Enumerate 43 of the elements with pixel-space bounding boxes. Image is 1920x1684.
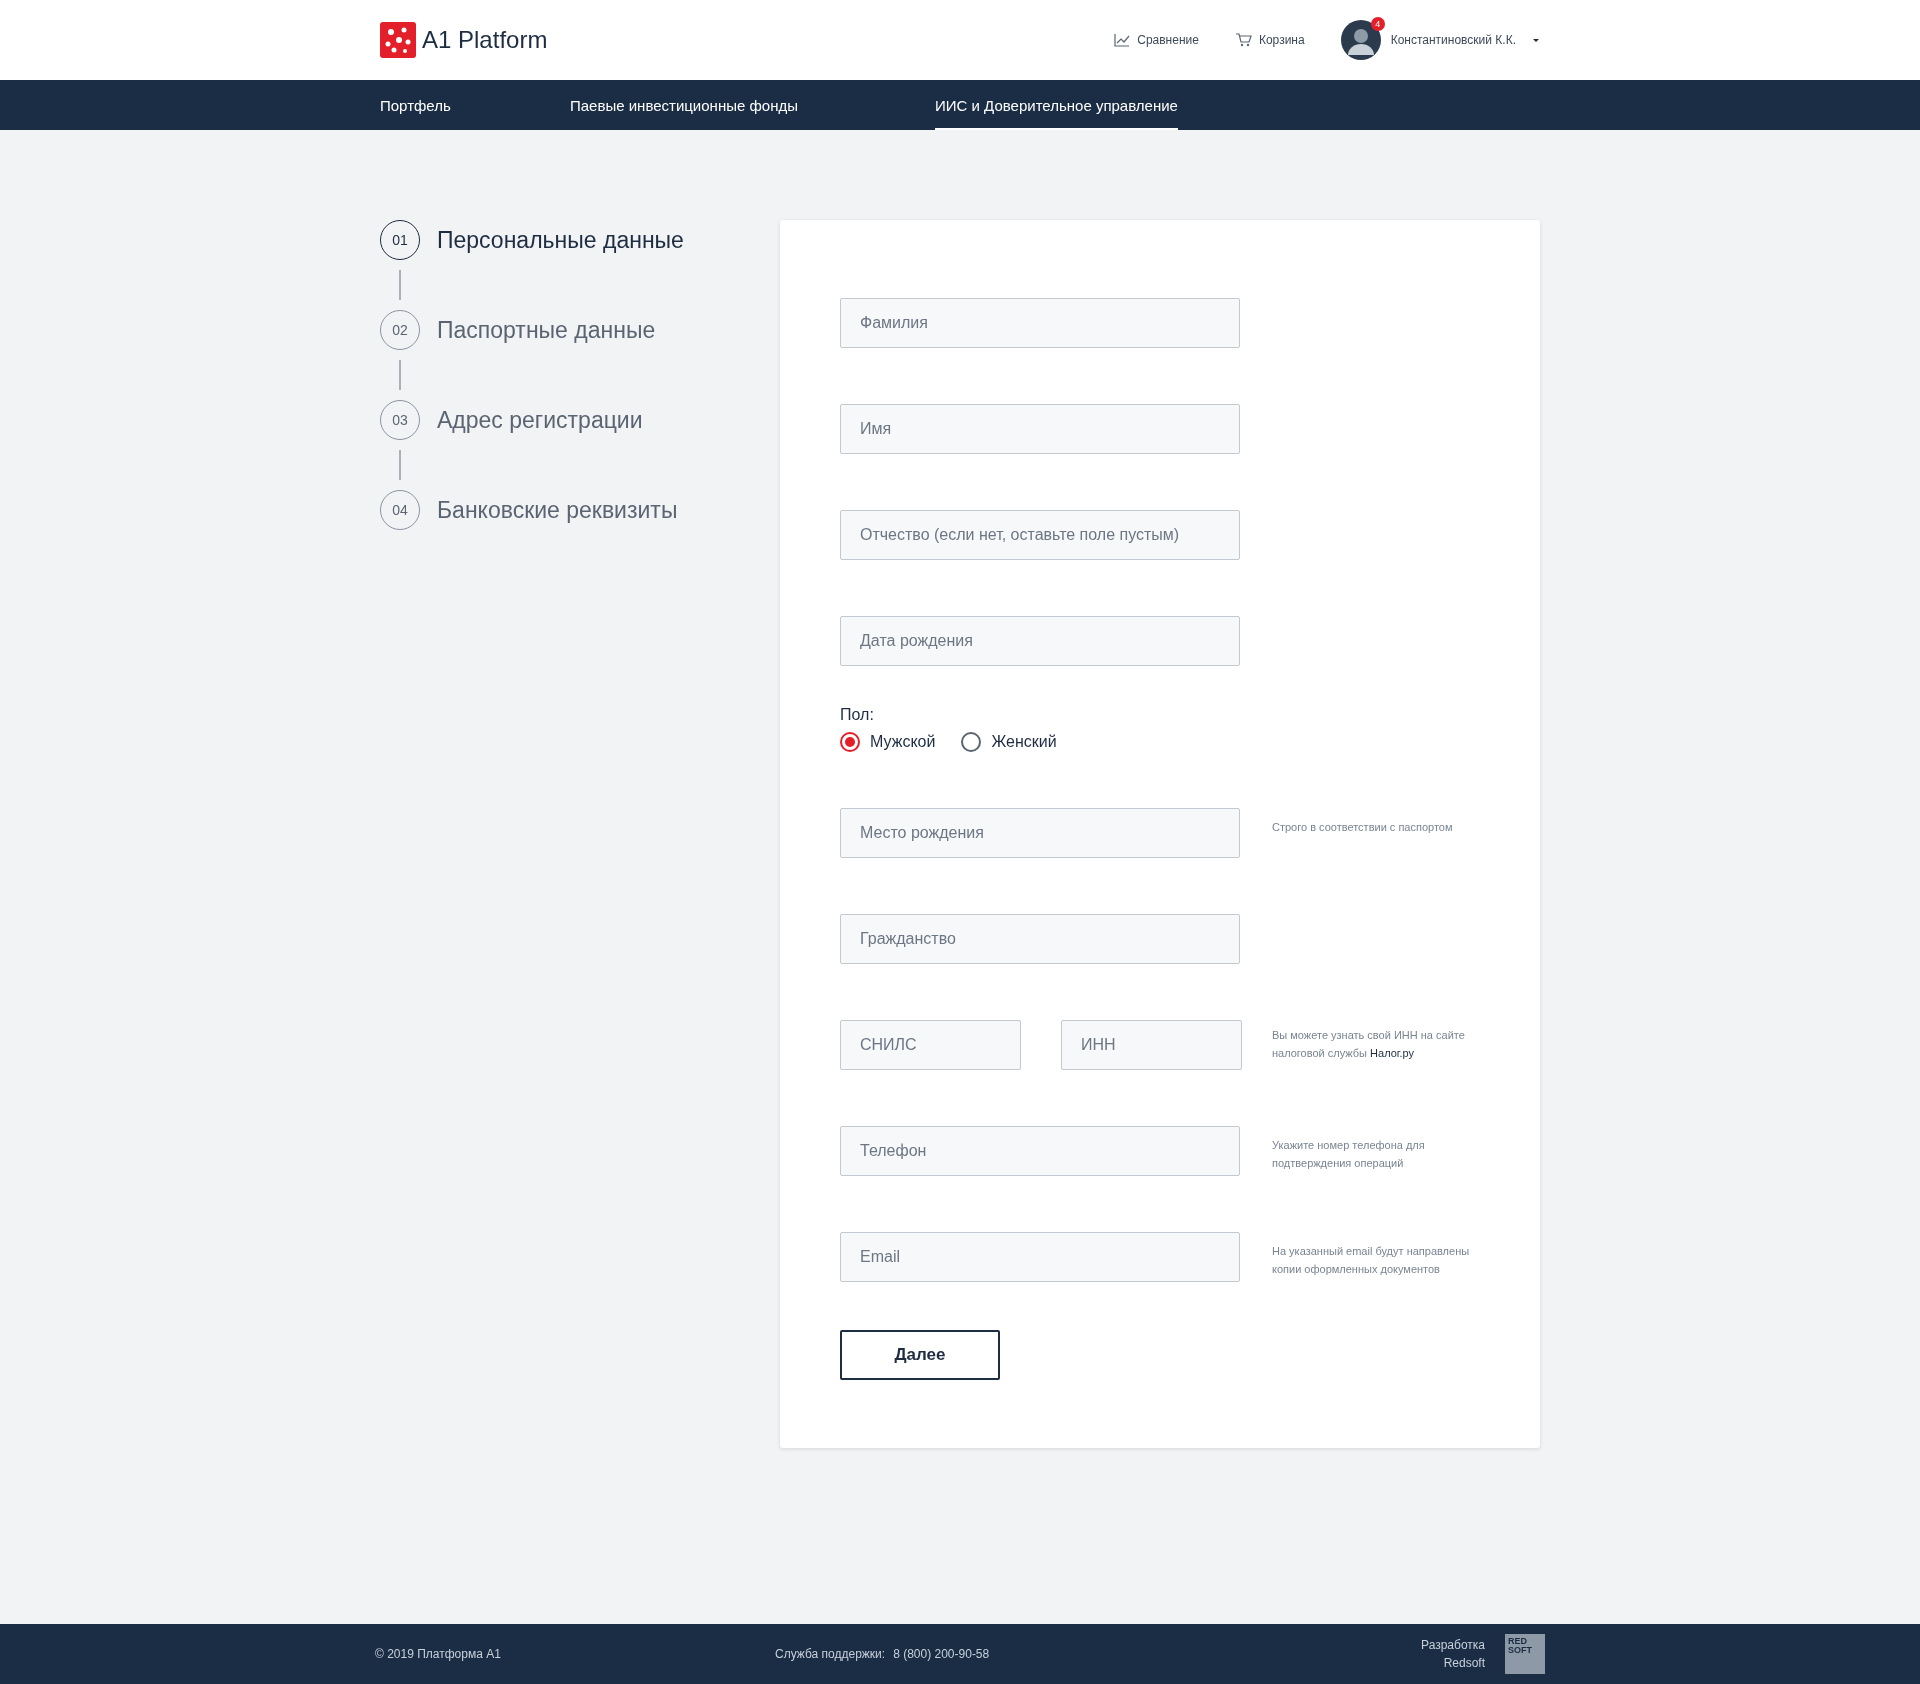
input-field[interactable]: Фамилия xyxy=(840,298,1240,348)
hint-text: Укажите номер телефона для подтверждения операций xyxy=(1272,1138,1426,1171)
header-link[interactable]: Сравнение xyxy=(1114,33,1199,47)
tax-link[interactable]: Налог.ру xyxy=(1370,1047,1415,1059)
support-label: Служба поддержки: xyxy=(775,1647,886,1661)
hint-text: Строго в соответствии с паспортом xyxy=(1272,820,1454,835)
input-field[interactable]: Имя xyxy=(840,404,1240,454)
header-link[interactable]: Корзина xyxy=(1234,33,1305,47)
hint-text: На указанный email будут направлены копии оформленных документов xyxy=(1272,1244,1471,1277)
step-label[interactable]: Банковские реквизиты xyxy=(437,496,678,524)
nav-tab[interactable]: ИИС и Доверительное управление xyxy=(935,80,1178,130)
nav-tab[interactable]: Портфель xyxy=(380,80,570,130)
input-field[interactable]: Дата рождения xyxy=(840,616,1240,666)
step-label[interactable]: Персональные данные xyxy=(437,226,684,254)
support-phone[interactable]: 8 (800) 200-90-58 xyxy=(893,1647,990,1661)
hint-text: Вы можете узнать свой ИНН на сайте налоговой службы Налог.ру xyxy=(1272,1028,1466,1061)
avatar-icon[interactable] xyxy=(1340,20,1381,60)
next-button[interactable]: Далее xyxy=(840,1330,1000,1380)
copyright-text: © 2019 Платформа А1 xyxy=(375,1647,502,1661)
logo-text: A1 Platform xyxy=(422,26,548,54)
caret-icon[interactable] xyxy=(1532,37,1540,43)
input-field[interactable]: СНИЛС xyxy=(840,1020,1021,1070)
step-label[interactable]: Паспортные данные xyxy=(437,316,656,344)
radio-label[interactable]: Женский xyxy=(991,733,1057,751)
notification-badge: 4 xyxy=(1370,17,1385,31)
input-field[interactable]: Телефон xyxy=(840,1126,1240,1176)
step-label[interactable]: Адрес регистрации xyxy=(437,406,643,434)
input-field[interactable]: Гражданство xyxy=(840,914,1240,964)
nav-tab[interactable]: Паевые инвестиционные фонды xyxy=(570,80,935,130)
chart-icon xyxy=(1114,33,1131,47)
logo-icon xyxy=(380,22,416,58)
user-name[interactable]: Константиновский К.К. xyxy=(1390,33,1516,47)
developer-logo[interactable]: RED SOFT xyxy=(1505,1634,1545,1674)
cart-icon xyxy=(1234,33,1252,47)
radio-button[interactable] xyxy=(840,732,860,752)
input-field[interactable]: Отчество (если нет, оставьте поле пустым) xyxy=(840,510,1240,560)
input-field[interactable]: Место рождения xyxy=(840,808,1240,858)
input-field[interactable]: Email xyxy=(840,1232,1240,1282)
field-label: Пол: xyxy=(840,706,875,724)
input-field[interactable]: ИНН xyxy=(1061,1020,1242,1070)
developer-text: Разработка Redsoft xyxy=(1420,1637,1485,1672)
radio-label[interactable]: Мужской xyxy=(870,733,936,751)
radio-button[interactable] xyxy=(961,732,982,752)
